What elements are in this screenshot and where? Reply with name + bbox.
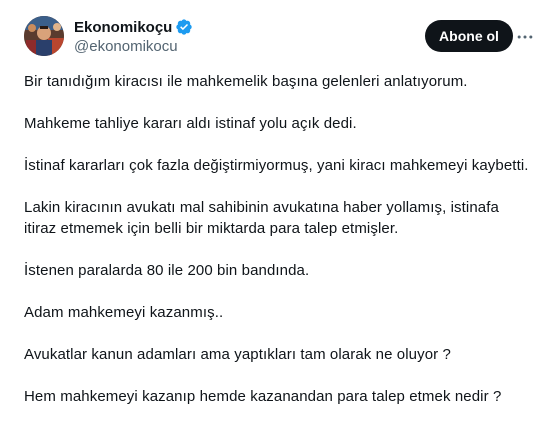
tweet-paragraph: Hem mahkemeyi kazanıp hemde kazanandan p… (24, 388, 502, 405)
tweet-paragraph: İstenen paralarda 80 ile 200 bin bandınd… (24, 262, 310, 279)
tweet-paragraph: Mahkeme tahliye kararı aldı istinaf yolu… (24, 115, 357, 132)
tweet-paragraph: Lakin kiracının avukatı mal sahibinin av… (24, 199, 499, 237)
display-name[interactable]: Ekonomikoçu (74, 19, 172, 36)
author-names: Ekonomikoçu @ekonomikocu (74, 17, 193, 55)
follow-button[interactable]: Abone ol (425, 20, 513, 52)
tweet-paragraph: Avukatlar kanun adamları ama yaptıkları … (24, 346, 451, 363)
tweet-card: Ekonomikoçu @ekonomikocu Abone ol Bir ta… (0, 0, 551, 446)
more-horizontal-icon[interactable] (514, 26, 536, 48)
tweet-text: Bir tanıdığım kiracısı ile mahkemelik ba… (24, 71, 529, 428)
author-handle[interactable]: @ekonomikocu (74, 38, 193, 55)
tweet-header: Ekonomikoçu @ekonomikocu Abone ol (24, 16, 535, 60)
verified-badge-icon[interactable] (175, 18, 193, 36)
display-name-row: Ekonomikoçu (74, 17, 193, 37)
tweet-paragraph: Adam mahkemeyi kazanmış.. (24, 304, 224, 321)
avatar[interactable] (24, 16, 64, 56)
tweet-paragraph: İstinaf kararları çok fazla değiştirmiyo… (24, 157, 529, 174)
tweet-paragraph: Bir tanıdığım kiracısı ile mahkemelik ba… (24, 73, 468, 90)
